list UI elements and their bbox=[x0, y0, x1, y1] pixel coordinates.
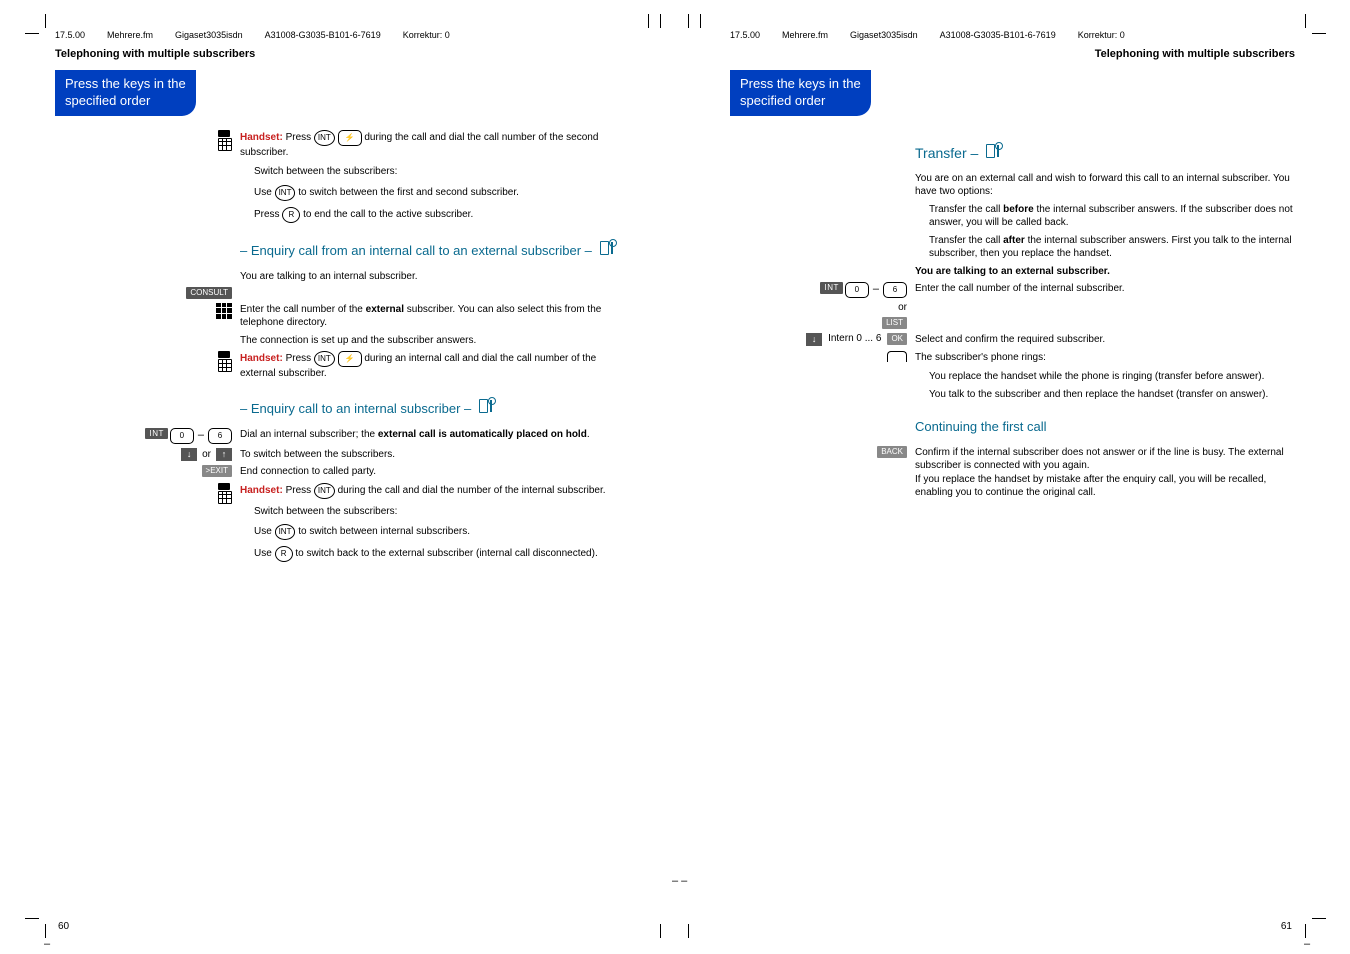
handset-icon bbox=[218, 130, 232, 151]
text: To switch between the subscribers. bbox=[240, 448, 620, 462]
text: The connection is set up and the subscri… bbox=[240, 334, 620, 348]
key-6: 6 bbox=[883, 282, 907, 298]
text: The subscriber's phone rings: You replac… bbox=[915, 351, 1295, 402]
text: You are on an external call and wish to … bbox=[915, 172, 1295, 199]
text: Select and confirm the required subscrib… bbox=[915, 333, 1295, 347]
heading-enquiry-int: Enquiry call to an internal subscriber – bbox=[240, 399, 620, 418]
base-handset-glyph bbox=[475, 399, 492, 413]
heading-enquiry-ext: Enquiry call from an internal call to an… bbox=[240, 241, 620, 260]
recall-key-icon: ⚡ bbox=[338, 351, 362, 367]
int-key-icon: INT bbox=[275, 185, 296, 201]
r-key-icon: R bbox=[282, 207, 300, 223]
text: Confirm if the internal subscriber does … bbox=[915, 446, 1295, 500]
down-arrow-key: ↓ bbox=[806, 333, 822, 346]
handset-icon bbox=[218, 483, 232, 504]
page-number-left: 60 bbox=[58, 921, 69, 932]
ok-softkey: OK bbox=[887, 333, 907, 345]
int-softkey: INT bbox=[820, 282, 842, 294]
text: Enter the call number of the external su… bbox=[240, 303, 620, 330]
handset-label: Handset: bbox=[240, 132, 283, 143]
key-0: 0 bbox=[845, 282, 869, 298]
heading-continuing: Continuing the first call bbox=[915, 419, 1295, 436]
key-0: 0 bbox=[170, 428, 194, 444]
section-title-left: Telephoning with multiple subscribers bbox=[55, 48, 620, 60]
hdr-file: Mehrere.fm bbox=[107, 30, 153, 40]
text: Dial an internal subscriber; the externa… bbox=[240, 428, 620, 442]
up-arrow-key: ↑ bbox=[216, 448, 232, 461]
text: Transfer the call before the internal su… bbox=[915, 203, 1295, 230]
pill-line1: Press the keys in the bbox=[65, 76, 186, 91]
text: Transfer the call after the internal sub… bbox=[915, 234, 1295, 261]
keypad-icon bbox=[216, 303, 232, 319]
int-key-icon: INT bbox=[314, 351, 335, 367]
intern-range: Intern 0 ... 6 bbox=[824, 333, 885, 344]
text-bold: You are talking to an external subscribe… bbox=[915, 265, 1295, 279]
text: Handset: Press INT ⚡ during an internal … bbox=[240, 351, 620, 381]
text: You are talking to an internal subscribe… bbox=[240, 270, 620, 284]
page-number-right: 61 bbox=[1281, 921, 1292, 932]
int-key-icon: INT bbox=[314, 483, 335, 499]
list-softkey: LIST bbox=[882, 317, 907, 329]
text: Handset: Press INT during the call and d… bbox=[240, 483, 620, 563]
text: End connection to called party. bbox=[240, 465, 620, 479]
hdr-korr: Korrektur: 0 bbox=[403, 30, 450, 40]
text-block: Handset: Press INT ⚡ during the call and… bbox=[240, 130, 620, 223]
handset-icon bbox=[218, 351, 232, 372]
hang-up-icon bbox=[887, 351, 907, 362]
heading-transfer: Transfer – bbox=[915, 144, 1295, 162]
text: Enter the call number of the internal su… bbox=[915, 282, 1295, 296]
header-left: 17.5.00 Mehrere.fm Gigaset3035isdn A3100… bbox=[55, 30, 620, 40]
hdr-date: 17.5.00 bbox=[55, 30, 85, 40]
exit-softkey: >EXIT bbox=[202, 465, 232, 477]
base-handset-glyph bbox=[596, 241, 613, 255]
key-6: 6 bbox=[208, 428, 232, 444]
section-title-right: Telephoning with multiple subscribers bbox=[730, 48, 1295, 60]
int-key-icon: INT bbox=[314, 130, 335, 146]
instruction-pill-right: Press the keys in the specified order bbox=[730, 70, 871, 116]
instruction-pill-left: Press the keys in the specified order bbox=[55, 70, 196, 116]
or-text: or bbox=[199, 448, 214, 461]
base-handset-glyph bbox=[982, 144, 999, 158]
or-text: or bbox=[898, 302, 907, 313]
back-softkey: BACK bbox=[877, 446, 907, 458]
int-key-icon: INT bbox=[275, 524, 296, 540]
pill-line2: specified order bbox=[65, 93, 150, 108]
int-softkey: INT bbox=[145, 428, 167, 440]
down-arrow-key: ↓ bbox=[181, 448, 197, 461]
hdr-product: Gigaset3035isdn bbox=[175, 30, 243, 40]
r-key-icon: R bbox=[275, 546, 293, 562]
hdr-doc: A31008-G3035-B101-6-7619 bbox=[265, 30, 381, 40]
recall-key-icon: ⚡ bbox=[338, 130, 362, 146]
consult-softkey: CONSULT bbox=[186, 287, 232, 299]
header-right: 17.5.00 Mehrere.fm Gigaset3035isdn A3100… bbox=[730, 30, 1295, 40]
